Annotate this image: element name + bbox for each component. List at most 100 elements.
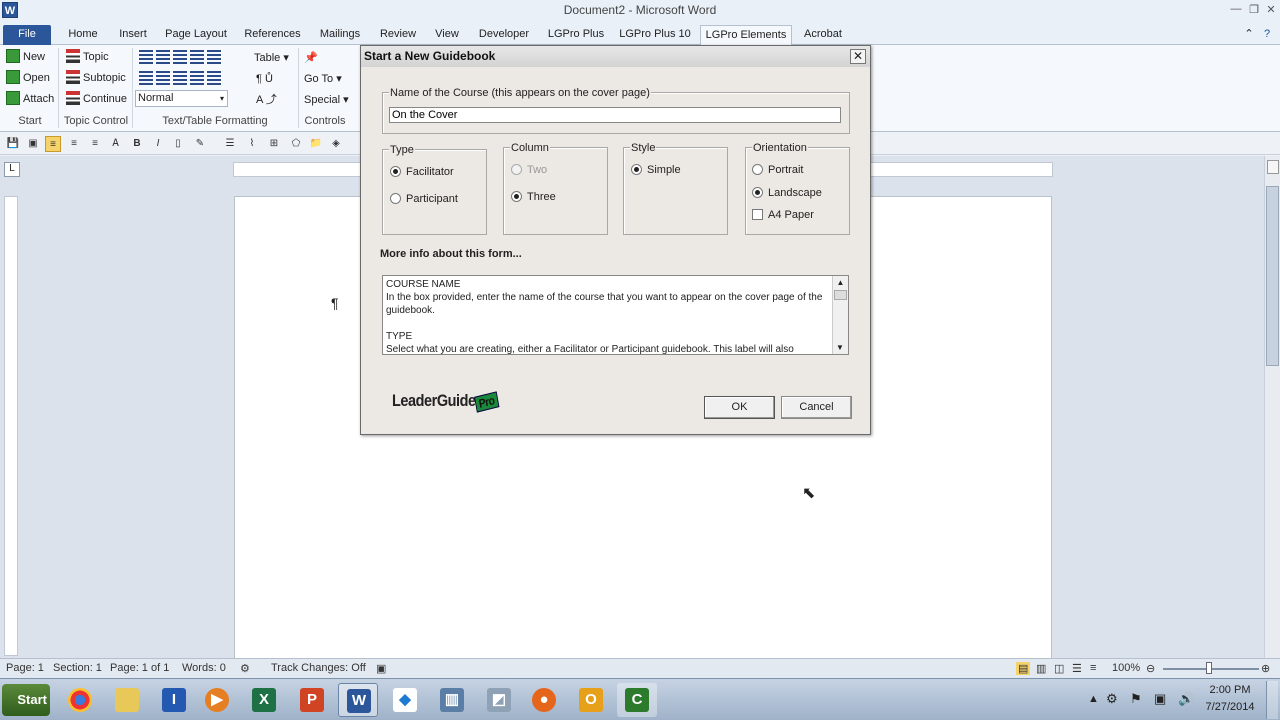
word-taskbar-icon[interactable]: W: [338, 683, 378, 717]
ok-button[interactable]: OK: [704, 396, 775, 419]
radio-participant[interactable]: Participant: [390, 193, 458, 205]
list-icon[interactable]: ☰: [222, 136, 238, 152]
status-section[interactable]: Section: 1: [53, 662, 102, 674]
special-char-icon[interactable]: 📌: [304, 49, 318, 67]
tab-home[interactable]: Home: [62, 25, 104, 45]
info-scrollbar[interactable]: ▲ ▼: [832, 276, 848, 354]
zoom-in-icon[interactable]: ⊕: [1261, 662, 1270, 675]
folder-app-taskbar-icon[interactable]: ◩: [479, 683, 519, 717]
italic-icon[interactable]: I: [150, 136, 166, 152]
excel-taskbar-icon[interactable]: X: [244, 683, 284, 717]
tab-page-layout[interactable]: Page Layout: [162, 25, 230, 45]
status-track-changes[interactable]: Track Changes: Off: [271, 662, 366, 674]
restore-icon[interactable]: ❐: [1246, 3, 1262, 17]
media-player-taskbar-icon[interactable]: ▶: [197, 683, 237, 717]
firefox-taskbar-icon[interactable]: ●: [524, 683, 564, 717]
tab-lgpro-plus-10[interactable]: LGPro Plus 10: [618, 25, 692, 45]
attach-button[interactable]: Attach: [6, 90, 54, 108]
open-button[interactable]: Open: [6, 69, 50, 87]
subtopic-button[interactable]: Subtopic: [66, 69, 126, 87]
i-app-taskbar-icon[interactable]: I: [154, 683, 194, 717]
vertical-scrollbar[interactable]: [1264, 156, 1280, 658]
table-button[interactable]: Table ▾: [254, 49, 289, 67]
clock-date[interactable]: 7/27/2014: [1200, 701, 1260, 713]
tab-selector-icon[interactable]: L: [4, 162, 20, 177]
minimize-icon[interactable]: —: [1228, 3, 1244, 17]
tab-developer[interactable]: Developer: [474, 25, 534, 45]
tab-file[interactable]: File: [3, 25, 51, 45]
explorer-taskbar-icon[interactable]: [107, 683, 147, 717]
a4-paper-checkbox[interactable]: A4 Paper: [752, 209, 814, 221]
tab-references[interactable]: References: [240, 25, 305, 45]
topic-button[interactable]: Topic: [66, 48, 109, 66]
radio-landscape[interactable]: Landscape: [752, 187, 822, 199]
minimize-ribbon-icon[interactable]: ⌃: [1242, 25, 1256, 45]
align-center-icon[interactable]: ≡: [66, 136, 82, 152]
goto-button[interactable]: Go To ▾: [304, 70, 342, 88]
tab-view[interactable]: View: [430, 25, 464, 45]
tab-acrobat[interactable]: Acrobat: [800, 25, 846, 45]
flag-tray-icon[interactable]: ⚑: [1130, 691, 1142, 707]
radio-simple[interactable]: Simple: [631, 164, 681, 176]
status-pages[interactable]: Page: 1 of 1: [110, 662, 169, 674]
display-tray-icon[interactable]: ▣: [1154, 691, 1166, 707]
dropbox-taskbar-icon[interactable]: ◆: [385, 683, 425, 717]
start-button[interactable]: Start: [2, 684, 50, 716]
web-layout-icon[interactable]: ◫: [1054, 662, 1064, 675]
radio-portrait[interactable]: Portrait: [752, 164, 803, 176]
align-right-icon[interactable]: ≡: [87, 136, 103, 152]
continue-button[interactable]: Continue: [66, 90, 127, 108]
close-icon[interactable]: ✕: [1263, 3, 1279, 17]
info-scroll-thumb[interactable]: [834, 290, 847, 300]
course-name-input[interactable]: [389, 107, 841, 123]
zoom-level[interactable]: 100%: [1112, 662, 1140, 674]
page-icon[interactable]: ▯: [170, 136, 186, 152]
status-words[interactable]: Words: 0: [182, 662, 226, 674]
style-icon[interactable]: Ꭺ: [108, 136, 124, 152]
macro-icon[interactable]: ▣: [376, 662, 386, 675]
save-icon[interactable]: 💾: [5, 136, 21, 152]
dialog-close-icon[interactable]: ✕: [850, 49, 866, 64]
clock-time[interactable]: 2:00 PM: [1200, 684, 1260, 696]
paragraph-icon[interactable]: ¶ Ů: [256, 70, 273, 88]
tab-lgpro-plus[interactable]: LGPro Plus: [544, 25, 608, 45]
special-button[interactable]: Special ▾: [304, 91, 349, 109]
format-icons-row-2[interactable]: [139, 70, 224, 88]
radio-facilitator[interactable]: Facilitator: [390, 166, 454, 178]
highlight-icon[interactable]: ✎: [192, 136, 208, 152]
zoom-slider-thumb[interactable]: [1206, 662, 1212, 674]
print-layout-icon[interactable]: ▤: [1016, 662, 1031, 675]
tab-mailings[interactable]: Mailings: [314, 25, 366, 45]
tab-lgpro-elements[interactable]: LGPro Elements: [700, 25, 792, 45]
help-icon[interactable]: ?: [1260, 25, 1274, 45]
format-icons-row-1[interactable]: [139, 49, 224, 67]
volume-tray-icon[interactable]: 🔊: [1178, 691, 1194, 707]
scrollbar-thumb[interactable]: [1266, 186, 1279, 366]
bold-icon[interactable]: B: [129, 136, 145, 152]
folder-icon[interactable]: 📁: [308, 136, 324, 152]
align-left-icon[interactable]: ≡: [45, 136, 61, 152]
ruler-toggle-icon[interactable]: [1267, 160, 1279, 174]
network-tray-icon[interactable]: ⚙: [1106, 691, 1118, 707]
radio-three-columns[interactable]: Three: [511, 191, 556, 203]
info-textbox[interactable]: COURSE NAME In the box provided, enter t…: [382, 275, 849, 355]
tab-insert[interactable]: Insert: [113, 25, 153, 45]
format-painter-icon[interactable]: ⌇: [244, 136, 260, 152]
tab-review[interactable]: Review: [376, 25, 420, 45]
powerpoint-taskbar-icon[interactable]: P: [292, 683, 332, 717]
scroll-up-icon[interactable]: ▲: [833, 276, 848, 289]
table-icon[interactable]: ⊞: [266, 136, 282, 152]
scroll-down-icon[interactable]: ▼: [833, 341, 847, 354]
book-app-taskbar-icon[interactable]: ▥: [432, 683, 472, 717]
zoom-out-icon[interactable]: ⊖: [1146, 662, 1155, 675]
style-combo[interactable]: Normal ▾: [135, 90, 228, 107]
full-screen-icon[interactable]: ▥: [1036, 662, 1046, 675]
outlook-taskbar-icon[interactable]: O: [571, 683, 611, 717]
vertical-ruler[interactable]: [4, 196, 18, 656]
save-all-icon[interactable]: ▣: [25, 136, 41, 152]
cancel-button[interactable]: Cancel: [781, 396, 852, 419]
camtasia-taskbar-icon[interactable]: C: [617, 683, 657, 717]
tray-expand-icon[interactable]: ▲: [1088, 693, 1099, 705]
status-page[interactable]: Page: 1: [6, 662, 44, 674]
spelling-icon[interactable]: A ⤴: [256, 91, 277, 109]
